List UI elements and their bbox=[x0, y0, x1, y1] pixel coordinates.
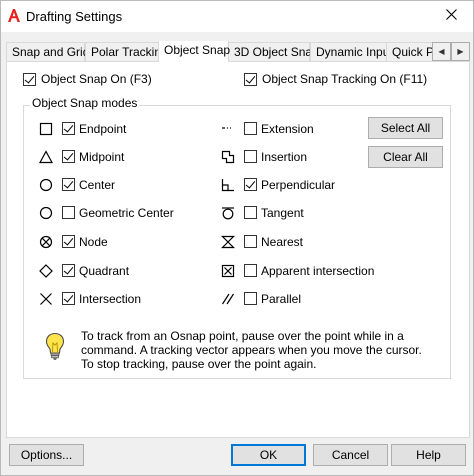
lightbulb-icon bbox=[45, 332, 65, 362]
tab-label: Polar Tracking bbox=[91, 45, 168, 59]
extension-label[interactable]: Extension bbox=[261, 122, 314, 136]
close-icon bbox=[445, 9, 457, 23]
geometric-center-checkbox[interactable] bbox=[62, 206, 75, 219]
title-bar: Drafting Settings bbox=[1, 1, 473, 32]
apparent-intersection-label[interactable]: Apparent intersection bbox=[261, 264, 374, 278]
nearest-marker-icon bbox=[221, 235, 235, 249]
perpendicular-checkbox[interactable] bbox=[244, 178, 257, 191]
quadrant-marker-icon bbox=[39, 264, 53, 278]
quadrant-checkbox[interactable] bbox=[62, 264, 75, 277]
options-button[interactable]: Options... bbox=[9, 444, 84, 466]
help-button[interactable]: Help bbox=[391, 444, 466, 466]
clear-all-button[interactable]: Clear All bbox=[368, 146, 443, 168]
object-snap-on-checkbox[interactable] bbox=[23, 73, 36, 86]
select-all-label: Select All bbox=[380, 121, 431, 135]
help-label: Help bbox=[416, 448, 441, 462]
intersection-marker-icon bbox=[39, 292, 53, 306]
select-all-button[interactable]: Select All bbox=[368, 117, 443, 139]
object-snap-modes-title: Object Snap modes bbox=[30, 96, 140, 110]
node-label[interactable]: Node bbox=[79, 235, 108, 249]
tab-label: Object Snap bbox=[164, 43, 231, 57]
tab-object-snap[interactable]: Object Snap bbox=[158, 41, 231, 62]
tab-3d-object-snap[interactable]: 3D Object Snap bbox=[228, 42, 319, 62]
geometric-center-marker-icon bbox=[39, 206, 53, 220]
parallel-label[interactable]: Parallel bbox=[261, 292, 301, 306]
close-button[interactable] bbox=[429, 1, 473, 31]
autocad-app-icon bbox=[7, 8, 21, 23]
perpendicular-marker-icon bbox=[221, 178, 235, 192]
object-snap-tracking-checkbox[interactable] bbox=[244, 73, 257, 86]
window-title: Drafting Settings bbox=[26, 9, 123, 24]
extension-checkbox[interactable] bbox=[244, 122, 257, 135]
tangent-marker-icon bbox=[221, 206, 235, 220]
endpoint-label[interactable]: Endpoint bbox=[79, 122, 126, 136]
apparent-intersection-marker-icon bbox=[221, 264, 235, 278]
tab-scroll-buttons: ◀ ▶ bbox=[432, 42, 470, 61]
endpoint-marker-icon bbox=[39, 122, 53, 136]
node-checkbox[interactable] bbox=[62, 235, 75, 248]
options-label: Options... bbox=[20, 448, 73, 462]
midpoint-label[interactable]: Midpoint bbox=[79, 150, 124, 164]
node-marker-icon bbox=[39, 235, 53, 249]
intersection-checkbox[interactable] bbox=[62, 292, 75, 305]
geometric-center-label[interactable]: Geometric Center bbox=[79, 206, 174, 220]
ok-label: OK bbox=[259, 448, 278, 462]
center-label[interactable]: Center bbox=[79, 178, 115, 192]
endpoint-checkbox[interactable] bbox=[62, 122, 75, 135]
ok-button[interactable]: OK bbox=[231, 444, 306, 466]
center-marker-icon bbox=[39, 178, 53, 192]
extension-marker-icon bbox=[221, 122, 235, 136]
perpendicular-label[interactable]: Perpendicular bbox=[261, 178, 335, 192]
cancel-button[interactable]: Cancel bbox=[313, 444, 388, 466]
nearest-checkbox[interactable] bbox=[244, 235, 257, 248]
midpoint-marker-icon bbox=[38, 150, 54, 164]
insertion-marker-icon bbox=[221, 150, 235, 164]
clear-all-label: Clear All bbox=[383, 150, 428, 164]
tab-snap-and-grid[interactable]: Snap and Grid bbox=[6, 42, 89, 62]
tangent-label[interactable]: Tangent bbox=[261, 206, 304, 220]
tab-scroll-left-button[interactable]: ◀ bbox=[432, 42, 451, 61]
tab-strip: Snap and Grid Polar Tracking Object Snap… bbox=[6, 41, 470, 62]
object-snap-on-label[interactable]: Object Snap On (F3) bbox=[41, 72, 152, 86]
tab-dynamic-input[interactable]: Dynamic Input bbox=[310, 42, 393, 62]
cancel-label: Cancel bbox=[331, 448, 370, 462]
tangent-checkbox[interactable] bbox=[244, 206, 257, 219]
tab-label: Snap and Grid bbox=[12, 45, 90, 59]
intersection-label[interactable]: Intersection bbox=[79, 292, 141, 306]
drafting-settings-dialog: Drafting Settings Snap and Grid Polar Tr… bbox=[0, 0, 474, 476]
tab-polar-tracking[interactable]: Polar Tracking bbox=[85, 42, 168, 62]
tab-label: 3D Object Snap bbox=[234, 45, 319, 59]
parallel-checkbox[interactable] bbox=[244, 292, 257, 305]
parallel-marker-icon bbox=[221, 292, 235, 306]
apparent-intersection-checkbox[interactable] bbox=[244, 264, 257, 277]
tab-label: Dynamic Input bbox=[316, 45, 393, 59]
quadrant-label[interactable]: Quadrant bbox=[79, 264, 129, 278]
midpoint-checkbox[interactable] bbox=[62, 150, 75, 163]
insertion-label[interactable]: Insertion bbox=[261, 150, 307, 164]
nearest-label[interactable]: Nearest bbox=[261, 235, 303, 249]
tracking-info-text: To track from an Osnap point, pause over… bbox=[81, 329, 422, 371]
insertion-checkbox[interactable] bbox=[244, 150, 257, 163]
tab-scroll-right-button[interactable]: ▶ bbox=[451, 42, 470, 61]
object-snap-tracking-label[interactable]: Object Snap Tracking On (F11) bbox=[262, 72, 427, 86]
center-checkbox[interactable] bbox=[62, 178, 75, 191]
